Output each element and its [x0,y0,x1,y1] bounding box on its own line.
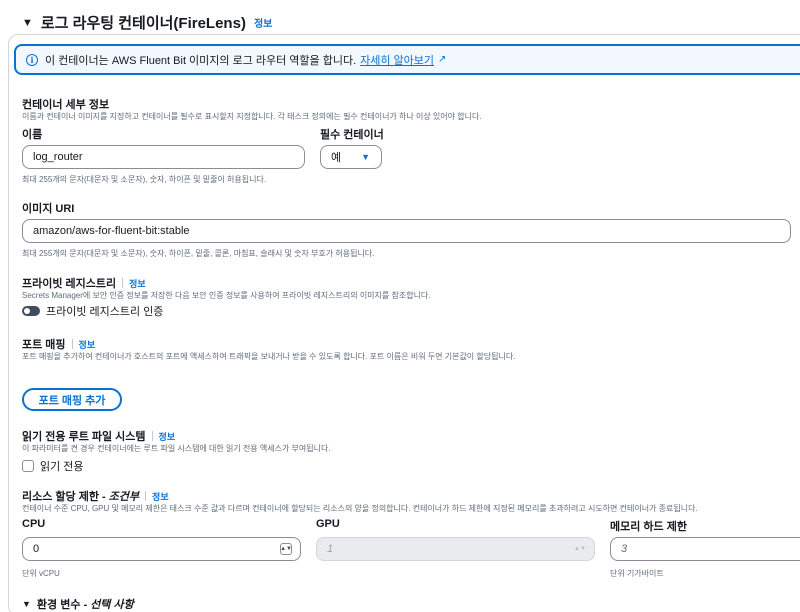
section-header[interactable]: ▼ 로그 라우팅 컨테이너(FireLens) 정보 [22,12,272,33]
private-registry-header: 프라이빗 레지스트리 정보 [22,275,146,291]
private-registry-title: 프라이빗 레지스트리 [22,278,117,290]
cpu-unit: 단위 vCPU [22,569,60,578]
name-input-value: log_router [33,151,83,163]
port-mapping-description: 포트 매핑을 추가하여 컨테이너가 호스트의 포트에 액세스하여 트래픽을 보내… [22,352,516,361]
info-circle-icon: i [26,53,38,66]
divider [151,431,153,441]
caret-down-icon: ▼ [361,152,371,162]
gpu-input: 1 ▲▼ [316,537,595,561]
gpu-label: GPU [316,518,340,530]
section-title: 로그 라우팅 컨테이너(FireLens) [40,15,246,32]
cpu-input-value: 0 [33,543,40,555]
image-uri-value: amazon/aws-for-fluent-bit:stable [33,225,190,237]
stepper-icon[interactable]: ▲▼ [280,543,292,555]
caret-down-icon[interactable]: ▼ [22,17,33,29]
learn-more-link[interactable]: 자세히 알아보기 [360,52,434,68]
name-hint: 최대 255개의 문자(대문자 및 소문자), 숫자, 하이픈 및 밑줄이 허용… [22,175,267,184]
readonly-fs-header: 읽기 전용 루트 파일 시스템 정보 [22,428,175,444]
private-registry-toggle-label: 프라이빗 레지스트리 인증 [46,306,164,318]
external-link-icon: ↗ [438,54,447,65]
port-mapping-info-link[interactable]: 정보 [79,338,96,351]
readonly-checkbox[interactable] [22,460,34,472]
port-mapping-header: 포트 매핑 정보 [22,336,95,352]
private-registry-toggle[interactable] [22,306,40,316]
env-title-em: 선택 사항 [90,599,134,611]
readonly-checkbox-label: 읽기 전용 [40,461,84,473]
stepper-icon: ▲▼ [574,546,586,552]
memory-input[interactable]: 3 [610,537,800,561]
caret-down-icon[interactable]: ▼ [22,599,31,609]
image-uri-input[interactable]: amazon/aws-for-fluent-bit:stable [22,219,791,243]
env-section-header[interactable]: ▼ 환경 변수 - 선택 사항 [22,596,134,612]
memory-unit: 단위 기가바이트 [610,569,664,578]
container-details-description: 이름과 컨테이너 이미지를 지정하고 컨테이너를 필수로 표시할지 지정합니다.… [22,112,482,121]
readonly-fs-description: 이 파라미터를 켠 경우 컨테이너에는 루트 파일 시스템에 대한 읽기 전용 … [22,444,331,453]
essential-label: 필수 컨테이너 [320,129,384,141]
image-uri-label: 이미지 URI [22,203,75,215]
memory-label: 메모리 하드 제한 [610,521,687,533]
resources-description: 컨테이너 수준 CPU, GPU 및 메모리 제한은 태스크 수준 값과 다르며… [22,504,698,513]
readonly-fs-title: 읽기 전용 루트 파일 시스템 [22,431,146,443]
divider [145,491,147,501]
resources-info-link[interactable]: 정보 [152,490,169,503]
private-registry-description: Secrets Manager에 보안 인증 정보를 저장한 다음 보안 인증 … [22,291,431,300]
info-alert: i 이 컨테이너는 AWS Fluent Bit 이미지의 로그 라우터 역할을… [14,44,800,75]
resources-header: 리소스 할당 제한 - 조건부 정보 [22,488,169,504]
env-title: 환경 변수 - [36,599,88,611]
private-registry-info-link[interactable]: 정보 [129,277,146,290]
memory-input-placeholder: 3 [621,543,628,555]
name-input[interactable]: log_router [22,145,305,169]
resources-title: 리소스 할당 제한 - [22,491,106,503]
divider [122,278,124,288]
section-info-link[interactable]: 정보 [254,15,272,30]
port-mapping-title: 포트 매핑 [22,339,66,351]
essential-select-value: 예 [331,152,342,164]
cpu-label: CPU [22,518,46,530]
resources-title-em: 조건부 [108,491,140,503]
container-details-title: 컨테이너 세부 정보 [22,99,110,111]
private-registry-toggle-row[interactable]: 프라이빗 레지스트리 인증 [22,303,163,319]
cpu-input[interactable]: 0 ▲▼ [22,537,301,561]
gpu-input-placeholder: 1 [327,543,334,555]
divider [71,339,73,349]
readonly-checkbox-row[interactable]: 읽기 전용 [22,458,84,474]
alert-text: 이 컨테이너는 AWS Fluent Bit 이미지의 로그 라우터 역할을 합… [45,54,357,67]
add-port-mapping-button[interactable]: 포트 매핑 추가 [22,388,122,411]
name-label: 이름 [22,129,43,141]
image-uri-hint: 최대 255개의 문자(대문자 및 소문자), 숫자, 하이픈, 밑줄, 콜론,… [22,249,375,258]
readonly-fs-info-link[interactable]: 정보 [159,430,176,443]
essential-select[interactable]: 예 ▼ [320,145,382,169]
